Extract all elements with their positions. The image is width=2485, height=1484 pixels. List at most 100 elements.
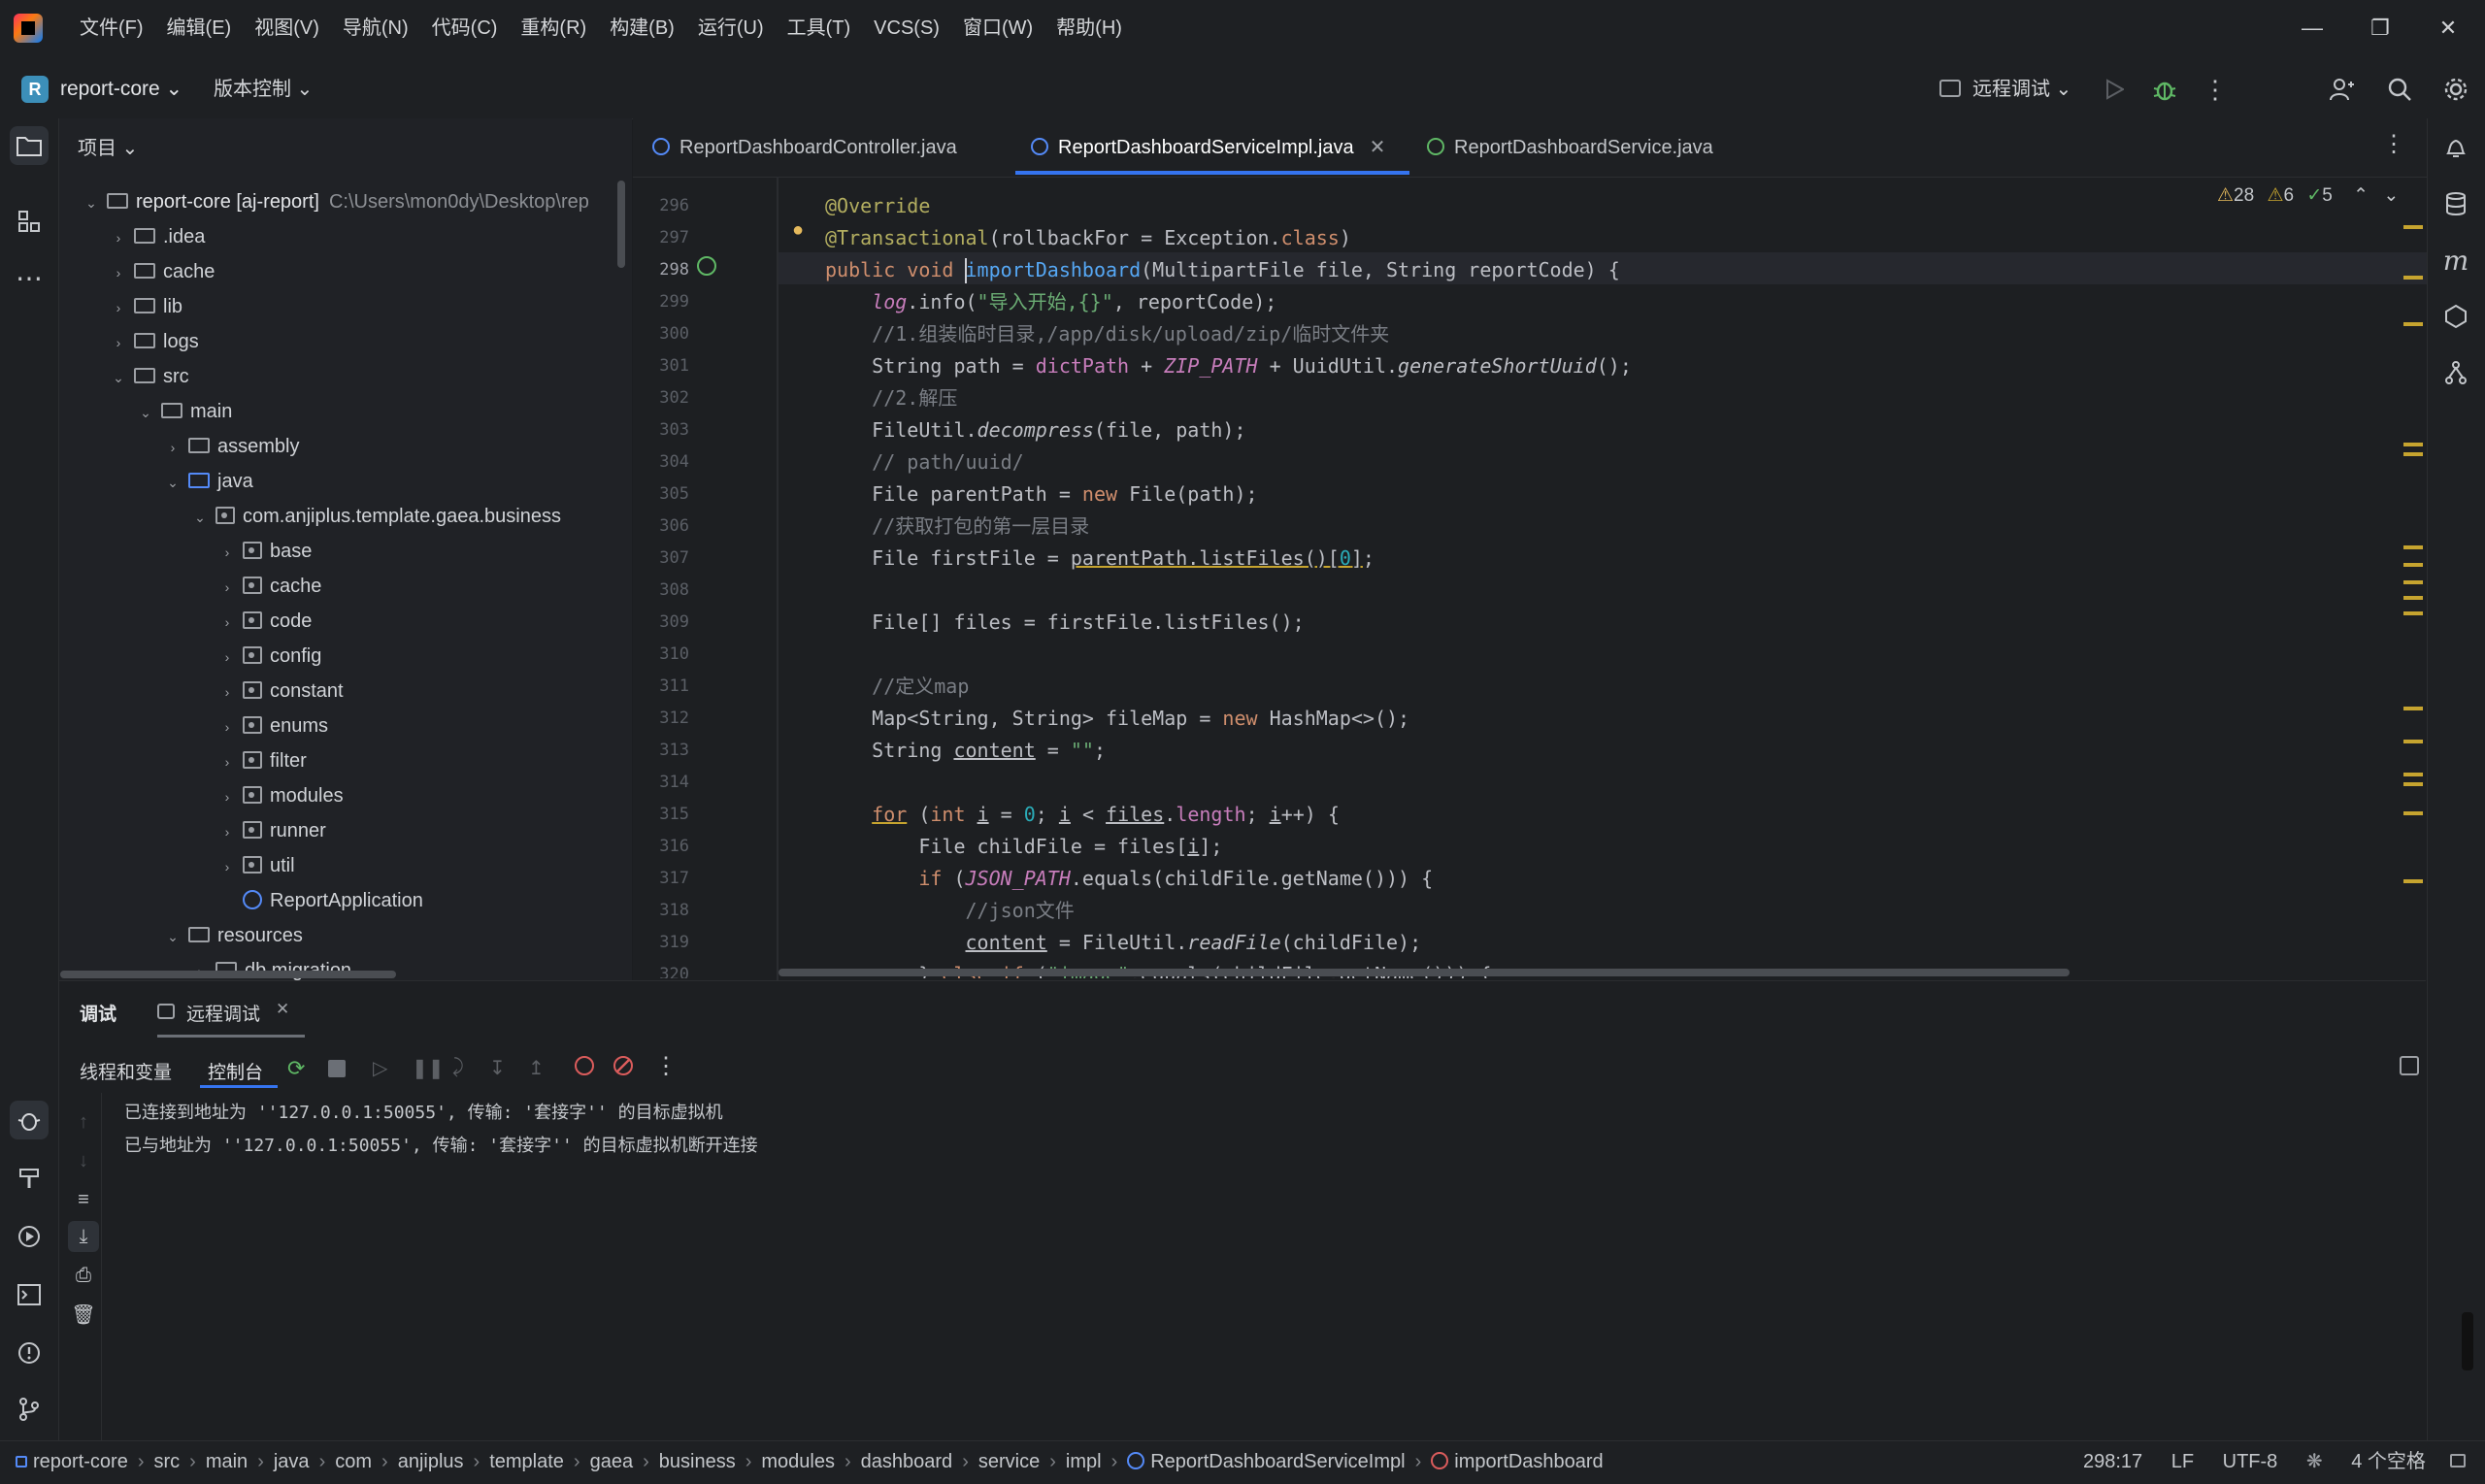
tree-item-main[interactable]: ⌄ main [136,394,232,429]
step-into-icon[interactable]: ↧ [489,1056,506,1080]
ai-status-icon[interactable]: ❋ [2306,1451,2323,1472]
caret-position[interactable]: 298:17 [2083,1451,2142,1472]
search-icon[interactable] [2380,70,2419,109]
error-stripe-marker[interactable] [2403,276,2423,280]
soft-wrap-icon[interactable]: ≡ [68,1184,99,1215]
tree-item-modules[interactable]: › modules [217,778,344,813]
error-stripe-marker[interactable] [2403,707,2423,710]
tree-item-package-root[interactable]: ⌄ com.anjiplus.template.gaea.business [190,499,561,534]
breadcrumb-item[interactable]: business [659,1451,736,1472]
error-stripe-marker[interactable] [2403,225,2423,229]
close-tab-icon[interactable]: ✕ [1370,137,1386,158]
tree-vertical-scrollbar[interactable] [617,181,625,268]
tree-item-assembly[interactable]: › assembly [163,429,300,464]
tab-controller[interactable]: ReportDashboardController.java [652,118,957,177]
account-icon[interactable] [2322,70,2361,109]
tab-options-icon[interactable]: ⋮ [2382,130,2405,158]
scroll-to-end-icon[interactable]: ⤓ [68,1221,99,1252]
error-stripe-marker[interactable] [2403,580,2423,584]
breadcrumb-item[interactable]: report-core [33,1451,128,1472]
menu-help[interactable]: 帮助(H) [1044,9,1134,48]
chevron-right-icon[interactable]: › [217,535,237,570]
more-actions-icon[interactable]: ⋮ [2196,70,2235,109]
error-stripe-marker[interactable] [2403,563,2423,567]
chevron-down-icon[interactable]: ⌄ [190,500,210,535]
breadcrumb-item[interactable]: ReportDashboardServiceImpl [1150,1451,1405,1472]
view-breakpoints-icon[interactable] [575,1056,594,1075]
tree-item-java[interactable]: ⌄ java [163,464,253,499]
tree-item-src[interactable]: ⌄ src [109,359,189,394]
maven-icon[interactable]: m [2436,241,2475,280]
run-config-selector[interactable]: 远程调试 ⌄ [1972,74,2071,105]
remote-debug-session-tab[interactable]: 远程调试 [186,1000,260,1026]
chevron-right-icon[interactable]: › [109,220,128,255]
breadcrumb-item[interactable]: importDashboard [1454,1451,1603,1472]
error-stripe-marker[interactable] [2403,596,2423,600]
breadcrumb-item[interactable]: template [489,1451,564,1472]
inspection-widget[interactable]: ⚠28 ⚠6 ✓5 ⌃ ⌄ [2217,184,2399,207]
tree-item-util[interactable]: › util [217,848,295,883]
menu-file[interactable]: 文件(F) [68,9,155,48]
menu-run[interactable]: 运行(U) [686,9,776,48]
menu-refactor[interactable]: 重构(R) [509,9,598,48]
notifications-bell-icon[interactable] [2436,128,2475,167]
error-stripe-marker[interactable] [2403,773,2423,776]
tree-item-enums[interactable]: › enums [217,709,328,743]
chevron-right-icon[interactable]: › [109,255,128,290]
more-tools-icon[interactable]: ⋯ [10,258,49,297]
chevron-down-icon[interactable]: ⌄ [163,919,182,954]
layout-settings-icon[interactable] [2400,1056,2419,1075]
tree-item-base[interactable]: › base [217,534,313,570]
tree-item-runner[interactable]: › runner [217,813,326,848]
file-encoding[interactable]: UTF-8 [2223,1451,2278,1472]
structure-icon[interactable] [10,202,49,241]
tree-item-cache[interactable]: › cache [109,254,215,289]
minimize-icon[interactable]: — [2283,0,2341,56]
breadcrumb-item[interactable]: service [978,1451,1040,1472]
scroll-down-icon[interactable]: ↓ [68,1145,99,1176]
close-session-icon[interactable]: ✕ [276,1000,289,1019]
indent-setting[interactable]: 4 个空格 [2351,1451,2426,1472]
tab-service-impl[interactable]: ReportDashboardServiceImpl.java ✕ [1031,118,1385,177]
chevron-down-icon[interactable]: ⌄ [136,395,155,430]
tree-item-config[interactable]: › config [217,639,322,674]
menu-navigate[interactable]: 导航(N) [331,9,420,48]
error-stripe-marker[interactable] [2403,782,2423,786]
problems-icon[interactable] [10,1334,49,1372]
breadcrumb-item[interactable]: anjiplus [398,1451,464,1472]
clear-all-trash-icon[interactable]: 🗑 [68,1299,99,1330]
breadcrumb-item[interactable]: src [153,1451,180,1472]
project-tool-folder-icon[interactable] [10,126,49,165]
tree-item-report-application[interactable]: ReportApplication [217,883,423,918]
tree-item-code[interactable]: › code [217,604,313,640]
tree-item-logs[interactable]: › logs [109,324,199,359]
tree-item-cache-pkg[interactable]: › cache [217,569,322,605]
chevron-right-icon[interactable]: › [217,605,237,640]
error-stripe-marker[interactable] [2403,443,2423,446]
error-stripe-marker[interactable] [2403,322,2423,326]
chevron-right-icon[interactable]: › [217,570,237,605]
chevron-right-icon[interactable]: › [217,814,237,849]
next-highlight-icon[interactable]: ⌄ [2383,185,2399,206]
project-selector[interactable]: report-core ⌄ [60,74,182,105]
tree-root[interactable]: ⌄ report-core [aj-report] C:\Users\mon0dy\… [82,184,589,219]
vcs-selector[interactable]: 版本控制 ⌄ [214,74,313,105]
ai-assistant-icon[interactable] [2436,297,2475,336]
editor-horizontal-scrollbar[interactable] [779,969,2070,976]
build-hammer-icon[interactable] [10,1159,49,1198]
breadcrumb-item[interactable]: main [206,1451,248,1472]
database-icon[interactable] [2436,184,2475,223]
tab-service[interactable]: ReportDashboardService.java [1427,118,1713,177]
breadcrumb-item[interactable]: java [274,1451,310,1472]
terminal-icon[interactable] [10,1275,49,1314]
project-panel-title[interactable]: 项目 ⌄ [78,132,138,160]
tree-item-filter[interactable]: › filter [217,743,307,778]
scroll-up-icon[interactable]: ↑ [68,1106,99,1138]
chevron-down-icon[interactable]: ⌄ [163,465,182,500]
debug-tool-bug-icon[interactable] [10,1101,49,1139]
rerun-icon[interactable]: ⟳ [287,1056,305,1081]
implements-gutter-icon[interactable] [697,256,716,276]
debug-tab[interactable]: 调试 [80,1000,116,1026]
menu-build[interactable]: 构建(B) [598,9,686,48]
intellij-logo-icon[interactable] [14,14,43,43]
